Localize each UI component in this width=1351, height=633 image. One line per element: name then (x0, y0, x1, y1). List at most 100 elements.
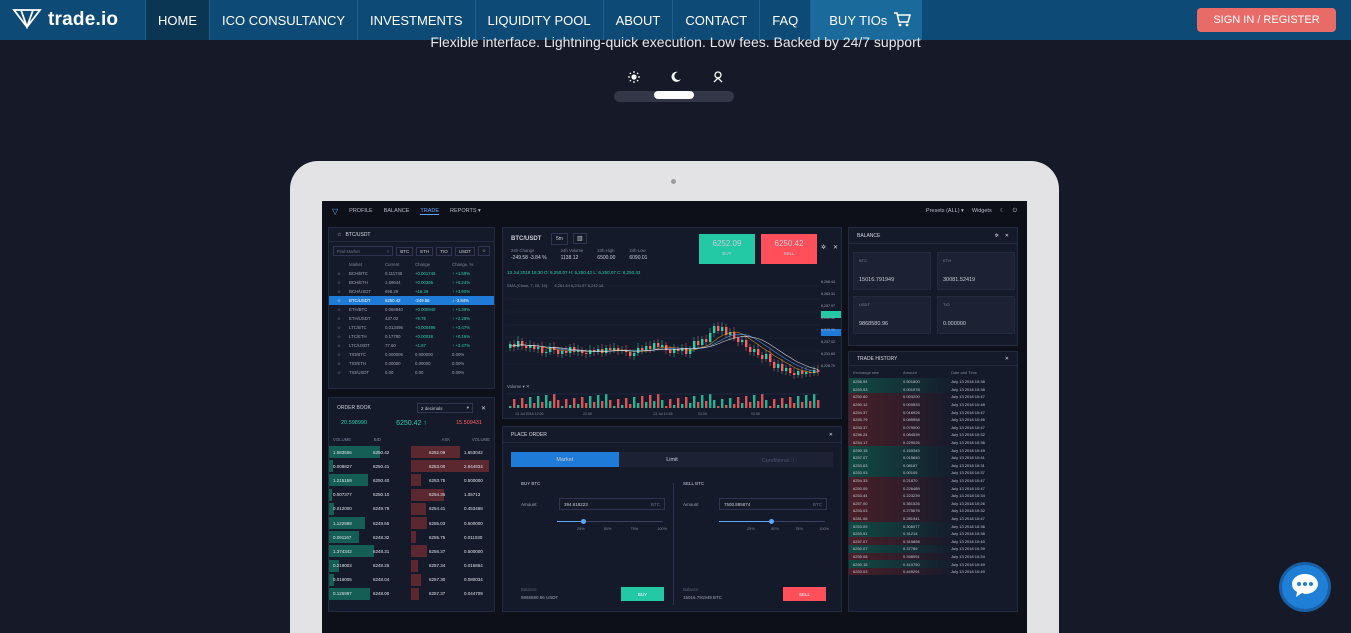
order-book-row[interactable]: 1.583556 6250.42 6252.09 1.653042 (329, 445, 494, 459)
buy-pct-50[interactable]: 50% (604, 527, 612, 531)
buy-pct-75[interactable]: 75% (631, 527, 639, 531)
theme-slider-thumb[interactable] (654, 91, 694, 99)
moon-icon[interactable]: ☾ (1000, 208, 1005, 214)
star-icon[interactable]: ☆ (337, 361, 349, 367)
moon-icon[interactable] (668, 69, 684, 85)
trade-history-row[interactable]: 6253.63 0.08187 July 13 2018 10:31 (849, 461, 1017, 470)
trade-history-row[interactable]: 6257.00 0.351526 July 13 2018 10:26 (849, 499, 1017, 508)
sell-pct-75[interactable]: 75% (795, 527, 803, 531)
market-search-input[interactable]: Find Market ⌕ (333, 246, 394, 256)
sell-button[interactable]: SELL (783, 587, 826, 601)
filter-eth[interactable]: ETH (416, 246, 434, 256)
tab-conditional[interactable]: Conditional ⓘ (725, 452, 833, 467)
star-icon[interactable]: ☆ (337, 289, 349, 295)
trade-history-row[interactable]: 6256.24 0.084539 July 13 2018 10:32 (849, 431, 1017, 439)
market-row[interactable]: ☆ ETH/BTC 0.069940 +0.000940 ↑ +1.39% (329, 305, 494, 314)
trade-history-row[interactable]: 6255.08 0.398991 July 13 2018 10:34 (849, 552, 1017, 561)
sell-pct-25[interactable]: 25% (747, 527, 755, 531)
order-book-row[interactable]: 0.008827 6250.41 6253.00 2.844834 (329, 459, 494, 473)
order-book-row[interactable]: 1.215159 6250.40 6253.75 0.500000 (329, 473, 494, 487)
sell-pct-50[interactable]: 50% (771, 527, 779, 531)
settings-icon[interactable]: ✲ (995, 233, 999, 239)
trade-history-row[interactable]: 6256.94 0.501800 July 13 2018 10:38 (849, 378, 1017, 386)
trade-history-row[interactable]: 6250.12 0.000533 July 13 2018 10:48 (849, 400, 1017, 409)
market-row[interactable]: ☆ LTC/BTC 0.013496 +0.000496 ↑ +3.47% (329, 323, 494, 332)
signin-register-button[interactable]: SIGN IN / REGISTER (1197, 8, 1336, 32)
trade-history-row[interactable]: 6253.03 0.275676 July 13 2018 10:32 (849, 507, 1017, 515)
star-icon[interactable]: ☆ (337, 316, 349, 322)
close-icon[interactable]: ✕ (829, 432, 833, 438)
star-icon[interactable]: ☆ (337, 334, 349, 340)
app-nav-balance[interactable]: BALANCE (384, 208, 410, 214)
trade-history-row[interactable]: 6281.06 0.281941 July 13 2018 10:47 (849, 514, 1017, 523)
order-book-row[interactable]: 0.219003 6248.26 6257.34 0.016864 (329, 559, 494, 573)
trade-history-row[interactable]: 6250.07 0.37789 July 13 2018 10:39 (849, 545, 1017, 553)
power-icon[interactable]: ⏻ (1013, 208, 1017, 215)
order-book-row[interactable]: 0.125987 6248.00 6257.37 0.044709 (329, 587, 494, 601)
trade-history-row[interactable]: 6253.03 0.449291 July 13 2018 10:49 (849, 567, 1017, 576)
order-book-row[interactable]: 1.374342 6248.31 6256.37 0.500000 (329, 544, 494, 558)
order-book-row[interactable]: 0.016005 6248.04 6257.30 0.080034 (329, 573, 494, 587)
market-row[interactable]: ☆ BCH/BTC 0.111745 +0.001745 ↑ +1.59% (329, 269, 494, 278)
trade-history-row[interactable]: 6253.93 0.00105 July 13 2018 10:37 (849, 469, 1017, 477)
market-row[interactable]: ☆ BCH/USDT 698.29 +18.29 ↑ +3.90% (329, 287, 494, 296)
trade-history-row[interactable]: 6250.09 0.226489 July 13 2018 10:47 (849, 484, 1017, 492)
order-book-row[interactable]: 0.091167 6248.32 6255.75 0.011030 (329, 530, 494, 544)
buy-button[interactable]: BUY (621, 587, 664, 601)
sell-amount-input[interactable]: 7500.885874 BTC (719, 498, 827, 510)
chat-button[interactable] (1282, 565, 1328, 609)
buy-pct-25[interactable]: 25% (577, 527, 585, 531)
col-market[interactable]: Market (349, 262, 385, 267)
close-icon[interactable]: ✕ (1005, 356, 1009, 362)
theme-slider[interactable] (614, 91, 734, 102)
close-icon[interactable]: ✕ (1005, 233, 1009, 239)
star-icon[interactable]: ☆ (337, 352, 349, 358)
sell-pct-100[interactable]: 100% (819, 527, 829, 531)
favorites-filter-icon[interactable]: ☆ (477, 246, 490, 256)
star-icon[interactable]: ☆ (337, 307, 349, 313)
tab-market[interactable]: Market (511, 452, 619, 467)
col-change-pct[interactable]: Change, % (452, 262, 482, 267)
star-icon[interactable]: ☆ (337, 298, 349, 304)
market-row[interactable]: ☆ TIO/USDT 0.00 0.00 0.00% (329, 368, 494, 377)
accessibility-icon[interactable] (710, 69, 726, 85)
star-icon[interactable]: ☆ (337, 280, 349, 286)
sell-amount-slider[interactable] (719, 519, 825, 524)
star-icon[interactable]: ☆ (337, 232, 341, 238)
trade-history-row[interactable]: 6253.37 0.079000 July 13 2018 10:47 (849, 423, 1017, 432)
order-book-row[interactable]: 1.122988 6249.55 6255.03 0.500000 (329, 516, 494, 530)
balance-card[interactable]: BTC 15016.791949 (853, 252, 931, 290)
trade-history-row[interactable]: 6254.17 0.229026 July 13 2018 10:36 (849, 438, 1017, 447)
widgets-button[interactable]: Widgets (972, 208, 992, 214)
sell-slider-handle[interactable] (769, 519, 774, 524)
presets-dropdown[interactable]: Presets (ALL) ▾ (926, 208, 964, 214)
market-row[interactable]: ☆ LTC/ETH 0.17780 +0.00028 ↑ +0.16% (329, 332, 494, 341)
order-book-row[interactable]: 0.012000 6249.79 6254.41 0.453468 (329, 502, 494, 516)
app-nav-reports[interactable]: REPORTS ▾ (450, 208, 481, 214)
trade-history-row[interactable]: 6253.91 0.31214 July 13 2018 10:38 (849, 529, 1017, 538)
market-row[interactable]: ☆ ETH/USDT 437.02 +9.76 ↑ +2.29% (329, 314, 494, 323)
market-row[interactable]: ☆ BCH/ETH 1.59644 +0.00365 ↑ +0.24% (329, 278, 494, 287)
market-row[interactable]: ☆ LTC/USDT 77.60 +1.87 ↑ +3.47% (329, 341, 494, 350)
trade-history-row[interactable]: 6250.15 0.165345 July 13 2018 10:49 (849, 446, 1017, 454)
star-icon[interactable]: ☆ (337, 325, 349, 331)
filter-usdt[interactable]: USDT (454, 246, 475, 256)
buy-pct-100[interactable]: 100% (657, 527, 667, 531)
balance-card[interactable]: TIO 0.000000 (937, 296, 1015, 334)
trade-history-row[interactable]: 6255.79 0.085958 July 13 2018 10:46 (849, 415, 1017, 424)
close-icon[interactable]: ✕ (481, 405, 486, 412)
col-change[interactable]: Change (415, 262, 452, 267)
app-nav-profile[interactable]: PROFILE (349, 208, 373, 214)
trade-history-row[interactable]: 6253.93 0.001978 July 13 2018 10:38 (849, 385, 1017, 394)
star-icon[interactable]: ☆ (337, 370, 349, 376)
col-current[interactable]: Current (385, 262, 415, 267)
app-nav-trade[interactable]: TRADE (420, 208, 440, 215)
price-chart[interactable] (503, 228, 843, 420)
buy-amount-input[interactable]: 394.618223 BTC (559, 498, 665, 510)
trade-history-row[interactable]: 6257.07 0.015840 July 13 2018 10:41 (849, 453, 1017, 462)
tab-limit[interactable]: Limit (619, 452, 726, 467)
star-icon[interactable]: ☆ (337, 343, 349, 349)
filter-btc[interactable]: BTC (396, 246, 414, 256)
buy-slider-handle[interactable] (581, 519, 586, 524)
market-row[interactable]: ☆ TIO/ETH 0.00000 0.00000 0.00% (329, 359, 494, 368)
